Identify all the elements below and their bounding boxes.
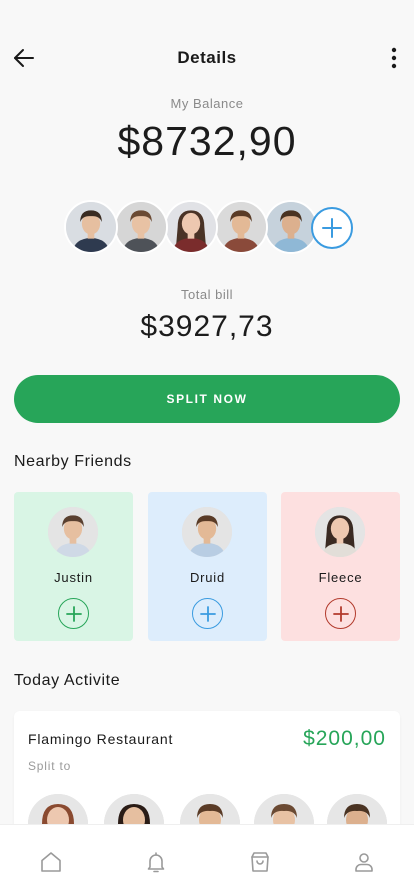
member-avatar[interactable] (164, 200, 218, 254)
profile-icon (355, 853, 373, 872)
plus-icon (322, 218, 342, 238)
member-avatar[interactable] (214, 200, 268, 254)
friend-name: Fleece (318, 570, 363, 585)
top-bar: Details (0, 40, 414, 76)
nav-home[interactable] (38, 849, 64, 875)
friend-avatar (182, 507, 232, 557)
friend-avatar (48, 507, 98, 557)
balance-label: My Balance (170, 96, 244, 111)
total-bill-amount: $3927,73 (140, 310, 274, 343)
activity-split-label: Split to (28, 759, 72, 773)
plus-icon (199, 605, 216, 622)
bottom-navigation (0, 824, 414, 896)
nav-shop[interactable] (247, 849, 273, 875)
add-friend-button[interactable] (325, 598, 356, 629)
add-member-button[interactable] (311, 207, 353, 249)
friend-card[interactable]: Justin (14, 492, 133, 641)
page-title: Details (177, 48, 237, 67)
split-now-button[interactable]: SPLIT NOW (14, 375, 400, 423)
more-options-button[interactable] (380, 44, 408, 72)
nearby-friends-title: Nearby Friends (14, 453, 132, 470)
activity-amount: $200,00 (303, 727, 386, 750)
shopping-bag-icon (251, 852, 269, 872)
member-avatars (64, 200, 364, 254)
friend-name: Justin (54, 570, 93, 585)
nav-profile[interactable] (351, 849, 377, 875)
plus-icon (65, 605, 82, 622)
bell-icon (147, 852, 165, 873)
activity-name: Flamingo Restaurant (28, 731, 174, 747)
friend-avatar (315, 507, 365, 557)
friend-name: Druid (189, 570, 226, 585)
balance-amount: $8732,90 (117, 118, 297, 164)
friend-card[interactable]: Druid (148, 492, 267, 641)
friend-card[interactable]: Fleece (281, 492, 400, 641)
today-activity-title: Today Activite (14, 672, 121, 689)
add-friend-button[interactable] (192, 598, 223, 629)
home-icon (41, 852, 61, 872)
plus-icon (332, 605, 349, 622)
member-avatar[interactable] (264, 200, 318, 254)
nav-notifications[interactable] (143, 849, 169, 875)
add-friend-button[interactable] (58, 598, 89, 629)
member-avatar[interactable] (64, 200, 118, 254)
more-vertical-icon (391, 47, 397, 69)
total-bill-label: Total bill (181, 287, 233, 302)
member-avatar[interactable] (114, 200, 168, 254)
